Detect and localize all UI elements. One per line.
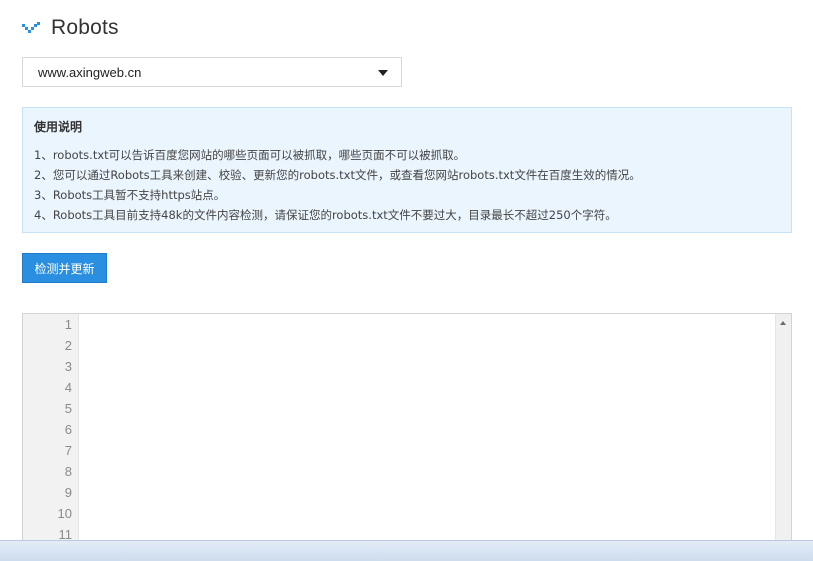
instruction-item: 1、robots.txt可以告诉百度您网站的哪些页面可以被抓取，哪些页面不可以被… xyxy=(34,148,466,162)
line-number: 3 xyxy=(64,359,72,374)
check-chevron-icon xyxy=(22,22,40,33)
line-number: 10 xyxy=(57,506,72,521)
instructions-list: 1、robots.txt可以告诉百度您网站的哪些页面可以被抓取，哪些页面不可以被… xyxy=(34,145,791,225)
line-number: 6 xyxy=(64,422,72,437)
usage-instructions: 使用说明 1、robots.txt可以告诉百度您网站的哪些页面可以被抓取，哪些页… xyxy=(22,107,792,233)
robots-editor: 1 2 3 4 5 6 7 8 9 10 11 xyxy=(22,313,792,553)
browser-status-bar xyxy=(0,540,813,561)
page-title: Robots xyxy=(51,16,119,39)
line-number-gutter: 1 2 3 4 5 6 7 8 9 10 11 xyxy=(23,314,79,552)
instructions-title: 使用说明 xyxy=(34,120,83,134)
site-select[interactable]: www.axingweb.cn xyxy=(22,57,402,87)
line-number: 8 xyxy=(64,464,72,479)
page-header: Robots xyxy=(22,14,119,42)
line-number: 1 xyxy=(64,317,72,332)
line-number: 5 xyxy=(64,401,72,416)
instruction-item: 2、您可以通过Robots工具来创建、校验、更新您的robots.txt文件，或… xyxy=(34,168,641,182)
editor-scrollbar[interactable] xyxy=(775,314,791,552)
line-number: 7 xyxy=(64,443,72,458)
scroll-up-arrow-icon[interactable] xyxy=(780,321,786,325)
site-select-value: www.axingweb.cn xyxy=(38,64,142,80)
line-number: 4 xyxy=(64,380,72,395)
line-number: 9 xyxy=(64,485,72,500)
robots-tool-page: Robots www.axingweb.cn 使用说明 1、robots.txt… xyxy=(0,0,813,561)
line-number: 2 xyxy=(64,338,72,353)
instruction-item: 3、Robots工具暂不支持https站点。 xyxy=(34,188,226,202)
robots-text-area[interactable] xyxy=(79,314,775,552)
chevron-down-icon xyxy=(378,70,388,76)
instruction-item: 4、Robots工具目前支持48k的文件内容检测，请保证您的robots.txt… xyxy=(34,208,617,222)
check-and-update-button[interactable]: 检测并更新 xyxy=(22,253,107,283)
